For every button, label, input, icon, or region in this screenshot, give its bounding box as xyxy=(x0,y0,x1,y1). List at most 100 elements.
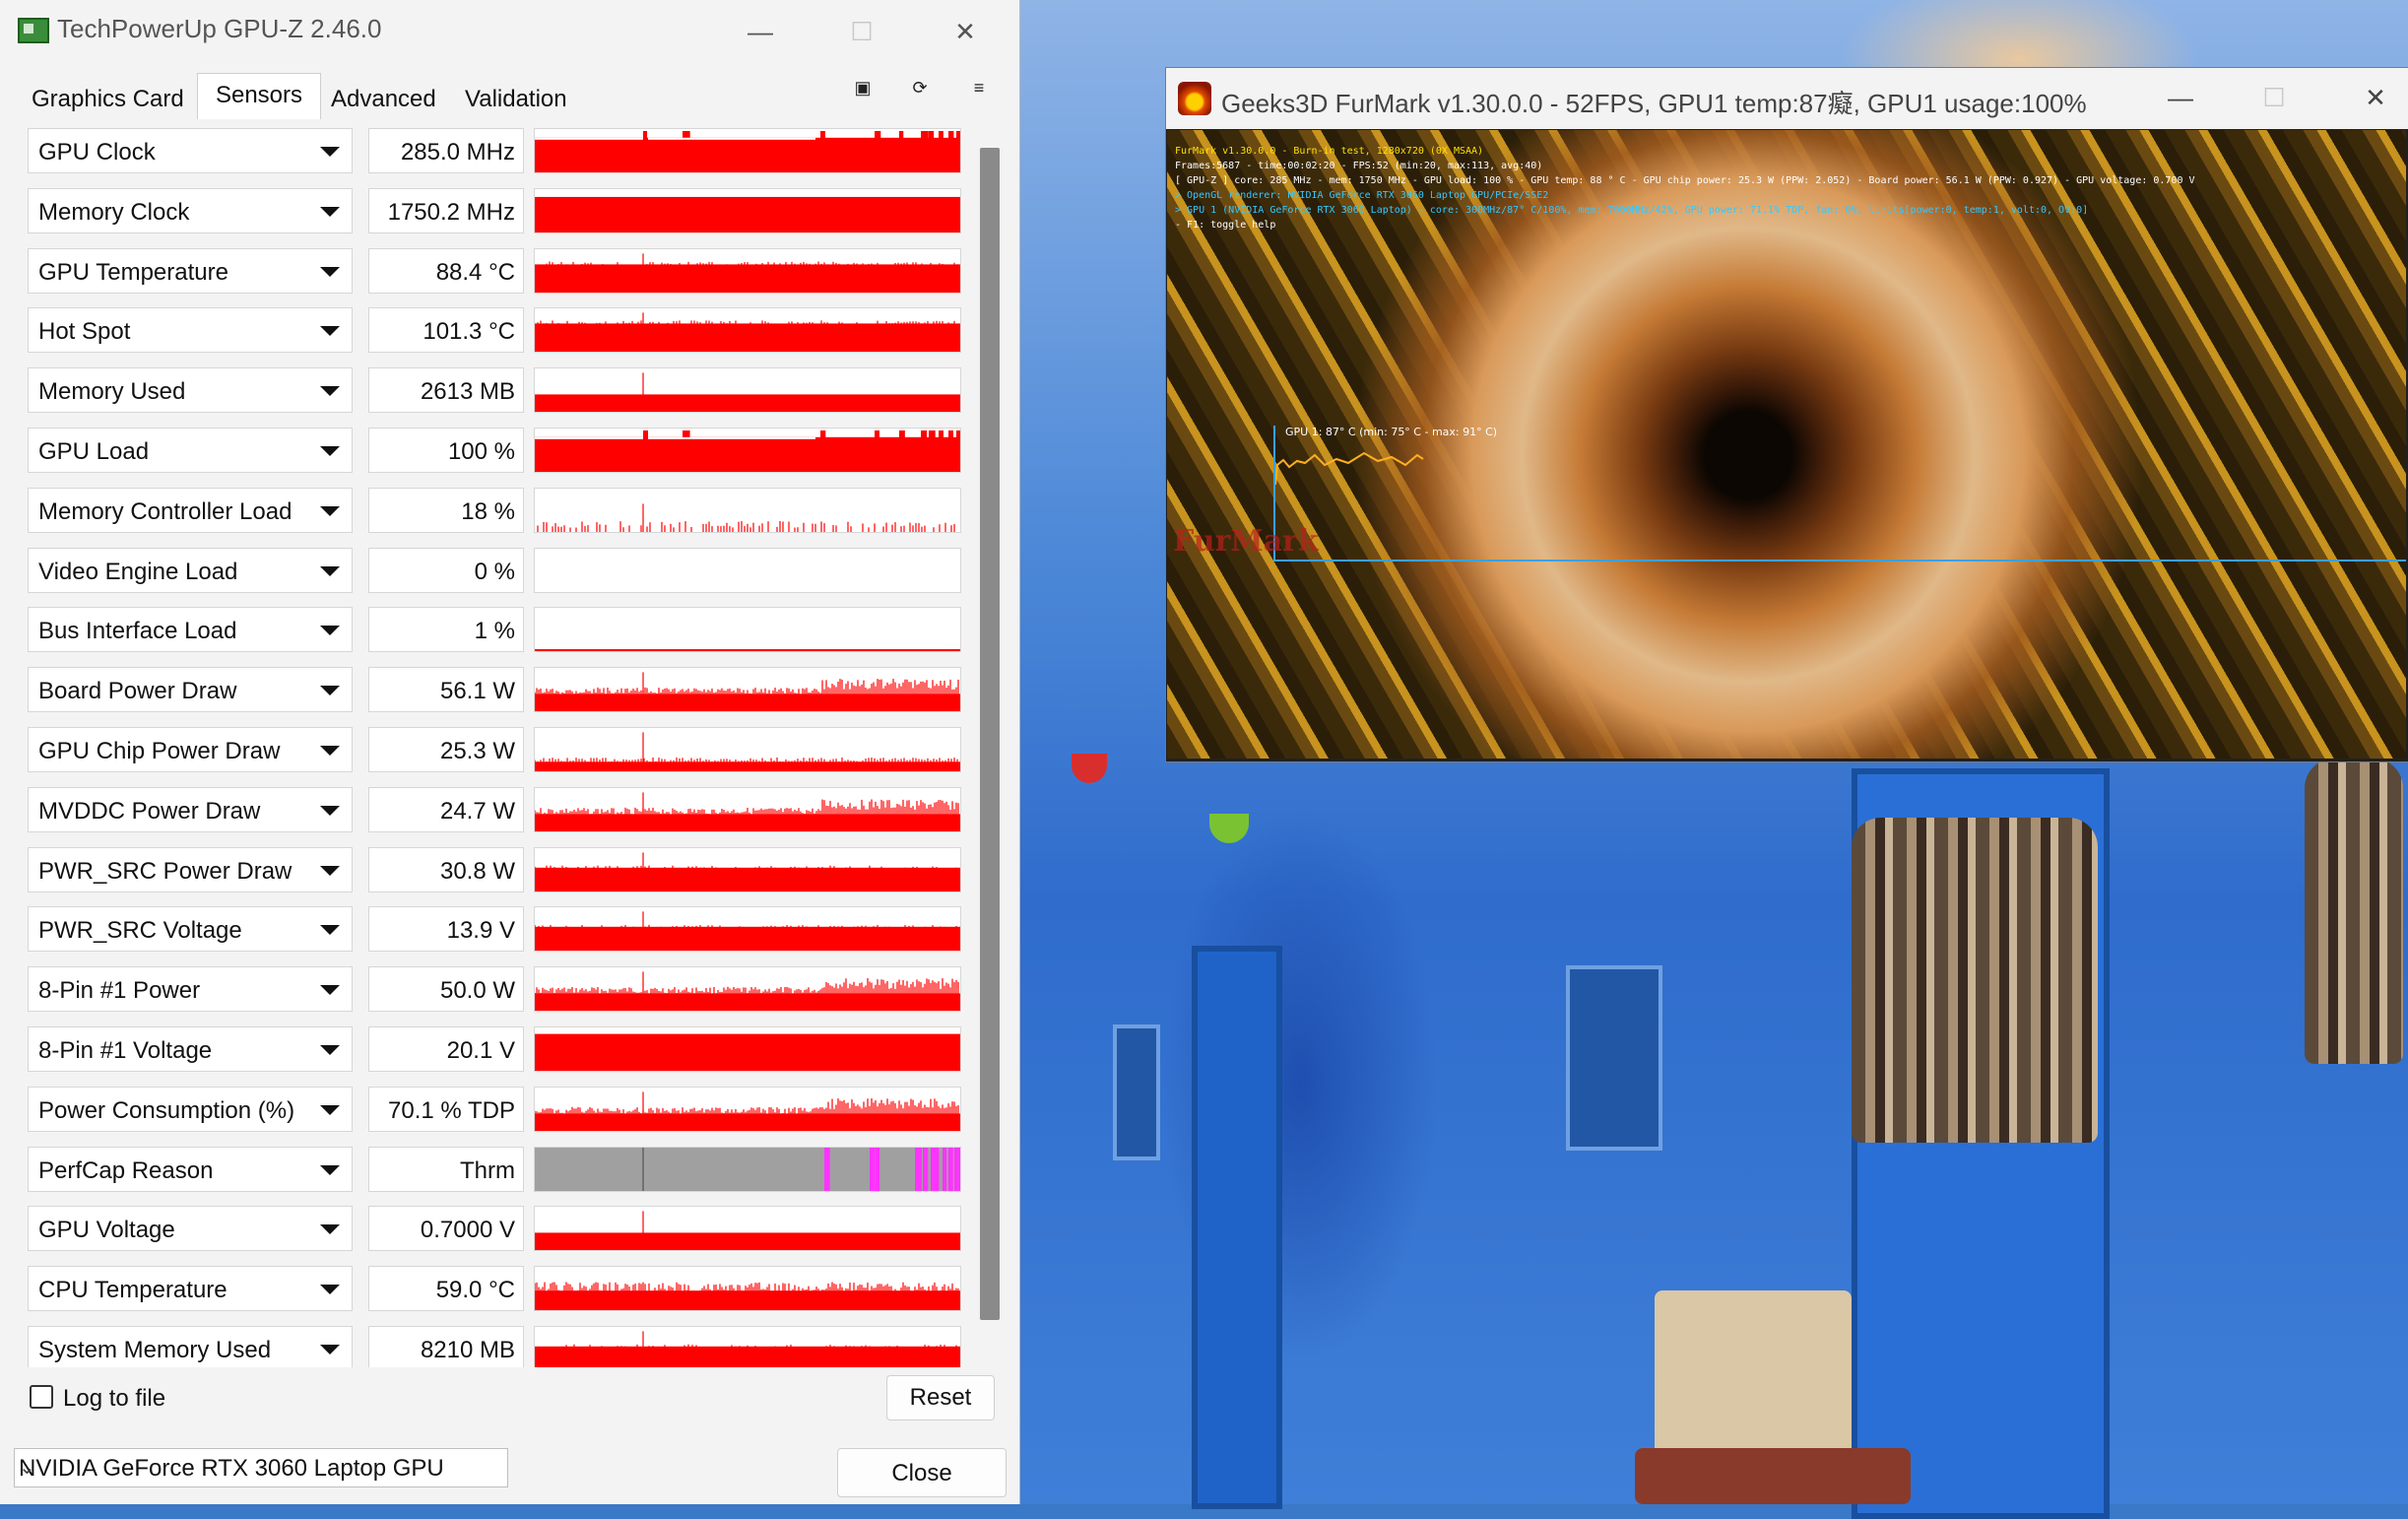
gpu-select-dropdown[interactable]: NVIDIA GeForce RTX 3060 Laptop GPU ⌄ xyxy=(14,1448,508,1487)
close-window-button[interactable]: ✕ xyxy=(936,10,995,53)
sensor-graph xyxy=(534,1147,961,1192)
sensor-name-dropdown[interactable]: Board Power Draw xyxy=(28,667,353,712)
tab-graphics-card[interactable]: Graphics Card xyxy=(20,73,205,118)
furmark-render-viewport[interactable]: FurMark v1.30.0.0 - Burn-in test, 1280x7… xyxy=(1167,130,2406,759)
sensor-row: Memory Used 2613 MB xyxy=(26,365,971,417)
sensor-name-dropdown[interactable]: CPU Temperature xyxy=(28,1266,353,1311)
sensor-name-dropdown[interactable]: Video Engine Load xyxy=(28,548,353,593)
sensor-row: GPU Temperature 88.4 °C xyxy=(26,246,971,297)
sensor-graph-plot xyxy=(535,1148,960,1191)
sensor-graph xyxy=(534,548,961,593)
caret-down-icon[interactable] xyxy=(320,1224,340,1234)
sensor-row: GPU Clock 285.0 MHz xyxy=(26,126,971,177)
sensor-row: PWR_SRC Voltage 13.9 V xyxy=(26,904,971,956)
caret-down-icon[interactable] xyxy=(320,446,340,456)
sensor-name-dropdown[interactable]: PerfCap Reason xyxy=(28,1147,353,1192)
sensor-graph-plot xyxy=(535,672,960,711)
camera-icon[interactable]: ▣ xyxy=(845,71,880,104)
sensor-value-box: 0 % xyxy=(368,548,524,593)
sensor-value: 59.0 °C xyxy=(435,1277,515,1303)
sensor-name-dropdown[interactable]: Memory Clock xyxy=(28,188,353,233)
caret-down-icon[interactable] xyxy=(320,985,340,995)
sensor-name-dropdown[interactable]: GPU Clock xyxy=(28,128,353,173)
overlay-line-renderer: > OpenGL renderer: NVIDIA GeForce RTX 30… xyxy=(1175,190,1549,201)
sensor-name-dropdown[interactable]: GPU Chip Power Draw xyxy=(28,727,353,772)
sensor-scrollbar[interactable] xyxy=(978,148,1002,1320)
caret-down-icon[interactable] xyxy=(320,207,340,217)
furmark-close-button[interactable]: ✕ xyxy=(2346,76,2405,119)
sensor-value-box: 1750.2 MHz xyxy=(368,188,524,233)
caret-down-icon[interactable] xyxy=(320,566,340,576)
caret-down-icon[interactable] xyxy=(320,1345,340,1354)
sensor-name-dropdown[interactable]: PWR_SRC Power Draw xyxy=(28,847,353,892)
sensor-name-dropdown[interactable]: Power Consumption (%) xyxy=(28,1087,353,1132)
reset-button[interactable]: Reset xyxy=(886,1375,995,1420)
caret-down-icon[interactable] xyxy=(320,746,340,756)
furmark-maximize-button[interactable]: ☐ xyxy=(2245,76,2304,119)
sensor-name: GPU Temperature xyxy=(38,259,228,286)
caret-down-icon[interactable] xyxy=(320,1165,340,1175)
sensor-name-dropdown[interactable]: Hot Spot xyxy=(28,307,353,353)
furmark-app-icon xyxy=(1178,82,1211,115)
sensor-name-dropdown[interactable]: Memory Used xyxy=(28,367,353,413)
minimize-button[interactable]: — xyxy=(731,10,790,53)
caret-down-icon[interactable] xyxy=(320,925,340,935)
sensor-value: 285.0 MHz xyxy=(400,139,515,165)
sensor-name-dropdown[interactable]: System Memory Used xyxy=(28,1326,353,1367)
furmark-minimize-button[interactable]: — xyxy=(2151,76,2210,119)
sensor-name-dropdown[interactable]: Bus Interface Load xyxy=(28,607,353,652)
caret-down-icon[interactable] xyxy=(320,386,340,396)
tab-validation[interactable]: Validation xyxy=(465,73,583,118)
caret-down-icon[interactable] xyxy=(320,506,340,516)
caret-down-icon[interactable] xyxy=(320,326,340,336)
refresh-icon[interactable]: ⟳ xyxy=(902,71,938,104)
menu-icon[interactable]: ≡ xyxy=(961,71,997,104)
sensor-name: Board Power Draw xyxy=(38,678,237,704)
sensor-name-dropdown[interactable]: GPU Voltage xyxy=(28,1206,353,1251)
caret-down-icon[interactable] xyxy=(320,1105,340,1115)
wallpaper-window xyxy=(1566,965,1662,1151)
log-to-file-checkbox[interactable] xyxy=(30,1385,53,1409)
sensor-name-dropdown[interactable]: 8-Pin #1 Power xyxy=(28,966,353,1012)
furmark-titlebar[interactable]: Geeks3D FurMark v1.30.0.0 - 52FPS, GPU1 … xyxy=(1166,68,2408,129)
overlay-line-gpu1: > GPU 1 (NVIDIA GeForce RTX 3060 Laptop)… xyxy=(1175,205,2089,216)
tab-advanced[interactable]: Advanced xyxy=(331,73,449,118)
sensor-name-dropdown[interactable]: Memory Controller Load xyxy=(28,488,353,533)
caret-down-icon[interactable] xyxy=(320,806,340,816)
sensor-graph-plot xyxy=(535,649,960,651)
sensor-row: Video Engine Load 0 % xyxy=(26,546,971,597)
sensor-graph xyxy=(534,488,961,533)
caret-down-icon[interactable] xyxy=(320,626,340,635)
sensor-name-dropdown[interactable]: GPU Load xyxy=(28,428,353,473)
sensor-row: Memory Clock 1750.2 MHz xyxy=(26,186,971,237)
sensor-graph xyxy=(534,367,961,413)
sensor-name: GPU Clock xyxy=(38,139,156,165)
tab-sensors[interactable]: Sensors xyxy=(197,73,321,119)
caret-down-icon[interactable] xyxy=(320,1285,340,1294)
sensor-name-dropdown[interactable]: 8-Pin #1 Voltage xyxy=(28,1026,353,1072)
close-button[interactable]: Close xyxy=(837,1448,1007,1497)
sensor-name: CPU Temperature xyxy=(38,1277,228,1303)
gpuz-titlebar[interactable]: TechPowerUp GPU-Z 2.46.0 — ☐ ✕ xyxy=(0,0,1019,65)
sensor-name: PerfCap Reason xyxy=(38,1157,214,1184)
sensor-row: PWR_SRC Power Draw 30.8 W xyxy=(26,845,971,896)
scrollbar-thumb[interactable] xyxy=(980,148,1000,1320)
sensor-graph xyxy=(534,188,961,233)
caret-down-icon[interactable] xyxy=(320,1045,340,1055)
caret-down-icon[interactable] xyxy=(320,267,340,277)
sensor-graph xyxy=(534,1026,961,1072)
maximize-button[interactable]: ☐ xyxy=(832,10,891,53)
sensor-name-dropdown[interactable]: MVDDC Power Draw xyxy=(28,787,353,832)
sensor-value-box: 18 % xyxy=(368,488,524,533)
sensor-graph xyxy=(534,428,961,473)
gpuz-app-icon xyxy=(18,18,49,43)
sensor-graph-plot xyxy=(537,503,955,532)
sensor-name-dropdown[interactable]: PWR_SRC Voltage xyxy=(28,906,353,952)
sensor-graph-plot xyxy=(535,792,960,831)
sensor-name-dropdown[interactable]: GPU Temperature xyxy=(28,248,353,294)
sensor-name: PWR_SRC Voltage xyxy=(38,917,242,944)
sensor-value: 100 % xyxy=(447,438,515,465)
caret-down-icon[interactable] xyxy=(320,866,340,876)
caret-down-icon[interactable] xyxy=(320,147,340,157)
caret-down-icon[interactable] xyxy=(320,686,340,695)
